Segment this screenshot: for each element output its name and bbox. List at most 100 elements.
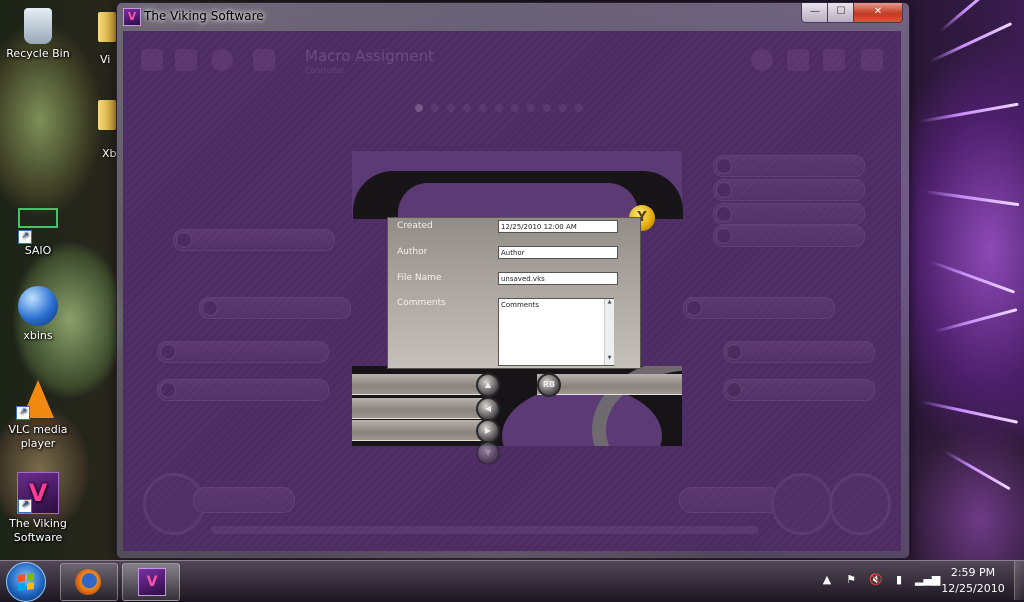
play-icon[interactable] (141, 49, 163, 71)
mapping-slot[interactable] (723, 379, 875, 401)
mapping-slot[interactable] (157, 341, 329, 363)
dpad-down-icon[interactable]: ▼ (476, 441, 500, 465)
page-dot[interactable] (527, 104, 535, 112)
dpad-left-icon[interactable]: ◀ (476, 397, 500, 421)
help-icon[interactable] (253, 49, 275, 71)
comments-field[interactable] (498, 298, 614, 366)
desktop-icon-label: VLC media player (8, 423, 68, 450)
page-title: Macro Assigment (305, 47, 434, 65)
file-name-label: File Name (397, 273, 442, 283)
wallpaper-detail (929, 260, 1016, 294)
start-button[interactable] (6, 562, 46, 602)
created-field[interactable] (498, 220, 618, 233)
settings-icon[interactable] (751, 49, 773, 71)
mapping-slot[interactable] (723, 341, 875, 363)
page-dot[interactable] (543, 104, 551, 112)
dpad-right-icon[interactable]: ▶ (476, 419, 500, 443)
page-dot[interactable] (431, 104, 439, 112)
show-desktop-button[interactable] (1014, 561, 1024, 600)
mapping-slot[interactable] (199, 297, 351, 319)
controller-inner (398, 183, 638, 219)
gamepad-icon[interactable] (771, 473, 833, 535)
taskbar-firefox[interactable] (60, 563, 118, 601)
film-icon[interactable] (175, 49, 197, 71)
window-title: The Viking Software (144, 9, 264, 23)
mapping-slot[interactable] (713, 225, 865, 247)
right-bumper-icon[interactable]: RB (537, 373, 561, 397)
save-icon[interactable] (861, 49, 883, 71)
clock-time: 2:59 PM (950, 566, 996, 579)
mapping-slot[interactable] (713, 179, 865, 201)
folder-icon[interactable] (98, 12, 116, 42)
folder-open-icon[interactable] (823, 49, 845, 71)
page-dot[interactable] (479, 104, 487, 112)
mapping-row-dpad-right[interactable] (352, 420, 482, 441)
folder-icon[interactable] (98, 100, 116, 130)
file-name-field[interactable] (498, 272, 618, 285)
volume-muted-icon[interactable]: 🔇 (869, 573, 883, 587)
desktop-icon-label: xbins (23, 329, 53, 342)
mapping-slot[interactable] (713, 155, 865, 177)
wallpaper-detail (919, 102, 1019, 123)
desktop-icon-label: SAIO (24, 244, 52, 257)
firefox-icon (75, 569, 101, 595)
comments-label: Comments (397, 298, 446, 308)
dpad-up-icon[interactable]: ▲ (476, 373, 500, 397)
viking-v-icon: V (138, 568, 166, 596)
globe-icon (18, 286, 58, 326)
page-dot[interactable] (447, 104, 455, 112)
gear-icon[interactable] (211, 49, 233, 71)
wallpaper-detail (944, 450, 1011, 491)
system-clock[interactable]: 2:59 PM 12/25/2010 (936, 565, 1010, 597)
desktop-icon-label: Recycle Bin (6, 47, 70, 60)
macro-properties-panel: Created Author File Name Comments ▲▼ (387, 217, 641, 369)
edit-icon[interactable] (787, 49, 809, 71)
desktop-icon-vlc[interactable]: ↗ VLC media player (0, 380, 76, 451)
page-dot[interactable] (463, 104, 471, 112)
mapping-row-dpad-up[interactable] (352, 374, 482, 395)
comments-scrollbar[interactable]: ▲ ▼ (604, 299, 614, 365)
desktop-icon-label-partial: Xb (102, 147, 117, 160)
mapping-slot[interactable] (683, 297, 835, 319)
action-slot[interactable] (679, 487, 781, 513)
record-slot[interactable] (193, 487, 295, 513)
signal-bars-icon[interactable]: ▂▄▆ (915, 573, 940, 587)
maximize-button[interactable]: ☐ (827, 3, 855, 23)
windows-logo-icon (18, 573, 34, 591)
author-field[interactable] (498, 246, 618, 259)
page-dot[interactable] (559, 104, 567, 112)
mapping-slot[interactable] (157, 379, 329, 401)
mapping-slot[interactable] (713, 203, 865, 225)
vlc-cone-icon: ↗ (16, 380, 54, 420)
shortcut-arrow-icon: ↗ (18, 230, 32, 244)
gamepad-icon[interactable] (829, 473, 891, 535)
battery-icon[interactable]: ▮ (893, 573, 905, 587)
app-client-area: Macro Assigment Controller Y ▲ RB ◀ ▶ ▼ … (123, 31, 901, 551)
mapping-row-dpad-left[interactable] (352, 398, 482, 419)
shortcut-arrow-icon: ↗ (16, 406, 30, 420)
minimize-button[interactable]: — (801, 3, 829, 23)
taskbar-viking-software[interactable]: V (122, 563, 180, 601)
desktop-icon-label-partial: Vi (100, 53, 111, 66)
desktop-icon-saio[interactable]: ↗ SAIO (0, 198, 76, 258)
page-dot[interactable] (511, 104, 519, 112)
desktop-icon-recycle-bin[interactable]: Recycle Bin (0, 8, 76, 61)
created-label: Created (397, 221, 433, 231)
timeline-slider[interactable] (211, 526, 759, 534)
close-button[interactable]: ✕ (853, 3, 903, 23)
action-center-flag-icon[interactable]: ⚑ (845, 573, 857, 587)
desktop-icon-xbins[interactable]: xbins (0, 286, 76, 343)
wallpaper-detail (934, 308, 1018, 333)
page-dot[interactable] (575, 104, 583, 112)
page-subtitle: Controller (305, 66, 345, 75)
saio-icon (18, 208, 58, 228)
clock-date: 12/25/2010 (941, 582, 1005, 595)
page-dot[interactable] (495, 104, 503, 112)
mapping-slot[interactable] (173, 229, 335, 251)
page-dot-active[interactable] (415, 104, 423, 112)
viking-v-icon[interactable]: V (123, 8, 141, 26)
wallpaper-detail (919, 400, 1019, 424)
show-hidden-icons-icon[interactable]: ▲ (821, 573, 833, 587)
desktop-icon-viking-software[interactable]: V ↗ The Viking Software (0, 472, 76, 545)
window-titlebar[interactable]: V The Viking Software — ☐ ✕ (117, 3, 909, 31)
